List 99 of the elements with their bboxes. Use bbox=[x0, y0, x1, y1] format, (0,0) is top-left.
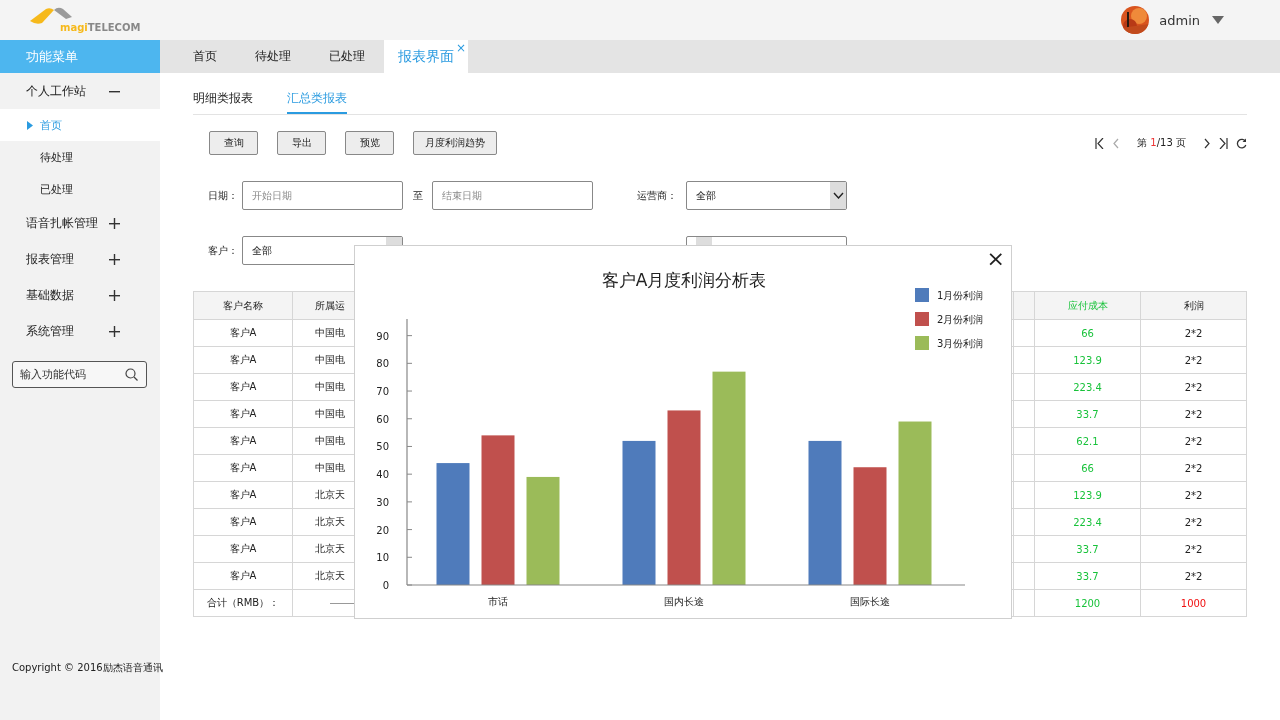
menu-group-label: 个人工作站 bbox=[26, 82, 86, 100]
table-cell: 1200 bbox=[1034, 589, 1141, 617]
table-cell: 客户A bbox=[193, 346, 293, 374]
tick-label: 80 bbox=[376, 358, 389, 370]
carrier-dropdown[interactable]: 全部 bbox=[686, 181, 847, 210]
table-cell: 2*2 bbox=[1140, 346, 1247, 374]
legend-label: 2月份利润 bbox=[937, 314, 984, 325]
table-cell: 客户A bbox=[193, 481, 293, 509]
search-icon[interactable] bbox=[125, 368, 138, 381]
table-cell: 223.4 bbox=[1034, 373, 1141, 401]
menu-item[interactable]: 已处理 bbox=[0, 173, 160, 205]
legend-label: 3月份利润 bbox=[937, 338, 984, 349]
menu-group-label: 报表管理 bbox=[26, 250, 74, 268]
table-cell: 2*2 bbox=[1140, 508, 1247, 536]
caret-icon[interactable] bbox=[1212, 16, 1224, 24]
table-cell: 客户A bbox=[193, 319, 293, 347]
user-name[interactable]: admin bbox=[1159, 12, 1200, 28]
table-cell: 66 bbox=[1034, 454, 1141, 482]
menu-group-label: 系统管理 bbox=[26, 322, 74, 340]
next-icon[interactable] bbox=[1204, 137, 1210, 149]
table-cell: 123.9 bbox=[1034, 346, 1141, 374]
category-label: 国际长途 bbox=[850, 596, 890, 607]
table-cell: 2*2 bbox=[1140, 535, 1247, 563]
menu-group[interactable]: 报表管理 bbox=[0, 241, 160, 277]
sidebar-title: 功能菜单 bbox=[0, 40, 160, 73]
tick-label: 50 bbox=[376, 441, 389, 453]
toolbar-button[interactable]: 月度利润趋势 bbox=[413, 131, 497, 155]
table-cell: 2*2 bbox=[1140, 454, 1247, 482]
table-cell: 1000 bbox=[1140, 589, 1247, 617]
tick-label: 10 bbox=[376, 552, 389, 564]
table-cell: 客户A bbox=[193, 400, 293, 428]
table-cell: 客户A bbox=[193, 562, 293, 590]
table-cell: 33.7 bbox=[1034, 400, 1141, 428]
table-cell: 客户A bbox=[193, 508, 293, 536]
table-cell: 66 bbox=[1034, 319, 1141, 347]
logo-text: magiTELECOM bbox=[60, 22, 141, 33]
table-cell: 2*2 bbox=[1140, 481, 1247, 509]
column-header: 利润 bbox=[1140, 291, 1247, 320]
start-date-field[interactable]: 开始日期 bbox=[242, 181, 403, 210]
last-page-icon[interactable] bbox=[1218, 137, 1228, 149]
chart-title: 客户A月度利润分析表 bbox=[601, 270, 767, 290]
legend-label: 1月份利润 bbox=[937, 290, 984, 301]
toolbar-button[interactable]: 导出 bbox=[277, 131, 326, 155]
table-cell: 客户A bbox=[193, 373, 293, 401]
tab[interactable]: 待处理 bbox=[236, 40, 310, 73]
table-cell: 123.9 bbox=[1034, 481, 1141, 509]
range-separator: 至 bbox=[411, 188, 424, 203]
toolbar-button[interactable]: 查询 bbox=[209, 131, 258, 155]
menu-item[interactable]: 待处理 bbox=[0, 141, 160, 173]
table-cell: 62.1 bbox=[1034, 427, 1141, 455]
table-cell: 客户A bbox=[193, 535, 293, 563]
toolbar-button[interactable]: 预览 bbox=[345, 131, 394, 155]
tick-label: 30 bbox=[376, 496, 389, 508]
table-cell: 33.7 bbox=[1034, 562, 1141, 590]
menu-group[interactable]: 语音扎帐管理 bbox=[0, 205, 160, 241]
table-cell: 2*2 bbox=[1140, 400, 1247, 428]
menu-group-label: 语音扎帐管理 bbox=[26, 214, 98, 232]
plus-icon bbox=[109, 325, 120, 337]
plus-icon bbox=[109, 253, 120, 265]
tick-label: 70 bbox=[376, 386, 389, 398]
table-cell: 33.7 bbox=[1034, 535, 1141, 563]
first-page-icon[interactable] bbox=[1095, 137, 1106, 149]
table-cell: 2*2 bbox=[1140, 562, 1247, 590]
tab[interactable]: 已处理 bbox=[310, 40, 384, 73]
chevron-down-icon bbox=[832, 192, 844, 199]
sub-tab[interactable]: 明细类报表 bbox=[193, 90, 253, 114]
customer-label: 客户： bbox=[207, 243, 239, 258]
carrier-label: 运营商： bbox=[636, 188, 678, 203]
date-label: 日期： bbox=[207, 188, 239, 203]
table-cell: 2*2 bbox=[1140, 373, 1247, 401]
menu-group[interactable]: 基础数据 bbox=[0, 277, 160, 313]
tick-label: 90 bbox=[376, 330, 389, 342]
menu-group[interactable]: 系统管理 bbox=[0, 313, 160, 349]
menu-group-label: 基础数据 bbox=[26, 286, 74, 304]
table-cell: 客户A bbox=[193, 454, 293, 482]
menu-group[interactable]: 个人工作站 bbox=[0, 73, 160, 109]
table-cell: 2*2 bbox=[1140, 427, 1247, 455]
end-date-field[interactable]: 结束日期 bbox=[432, 181, 593, 210]
refresh-icon[interactable] bbox=[1236, 137, 1247, 149]
tab[interactable]: 首页 bbox=[174, 40, 236, 73]
tick-label: 20 bbox=[376, 524, 389, 536]
plus-icon bbox=[109, 217, 120, 229]
table-cell: 223.4 bbox=[1034, 508, 1141, 536]
plus-icon bbox=[109, 289, 120, 301]
total-label: 合计（RMB）： bbox=[193, 589, 293, 617]
page-indicator: 第 1/13 页 bbox=[1137, 136, 1186, 150]
logo-icon bbox=[28, 5, 74, 25]
tick-label: 40 bbox=[376, 469, 389, 481]
category-label: 市话 bbox=[488, 596, 508, 607]
column-header: 应付成本 bbox=[1034, 291, 1141, 320]
table-cell: 2*2 bbox=[1140, 319, 1247, 347]
tick-label: 0 bbox=[382, 580, 389, 591]
triangle-icon bbox=[27, 120, 33, 130]
category-label: 国内长途 bbox=[664, 596, 704, 607]
table-cell: 客户A bbox=[193, 427, 293, 455]
close-button[interactable]: × bbox=[986, 246, 1005, 272]
tick-label: 60 bbox=[376, 413, 389, 425]
column-header: 客户名称 bbox=[193, 291, 293, 320]
search-field[interactable]: 输入功能代码 bbox=[12, 361, 147, 388]
